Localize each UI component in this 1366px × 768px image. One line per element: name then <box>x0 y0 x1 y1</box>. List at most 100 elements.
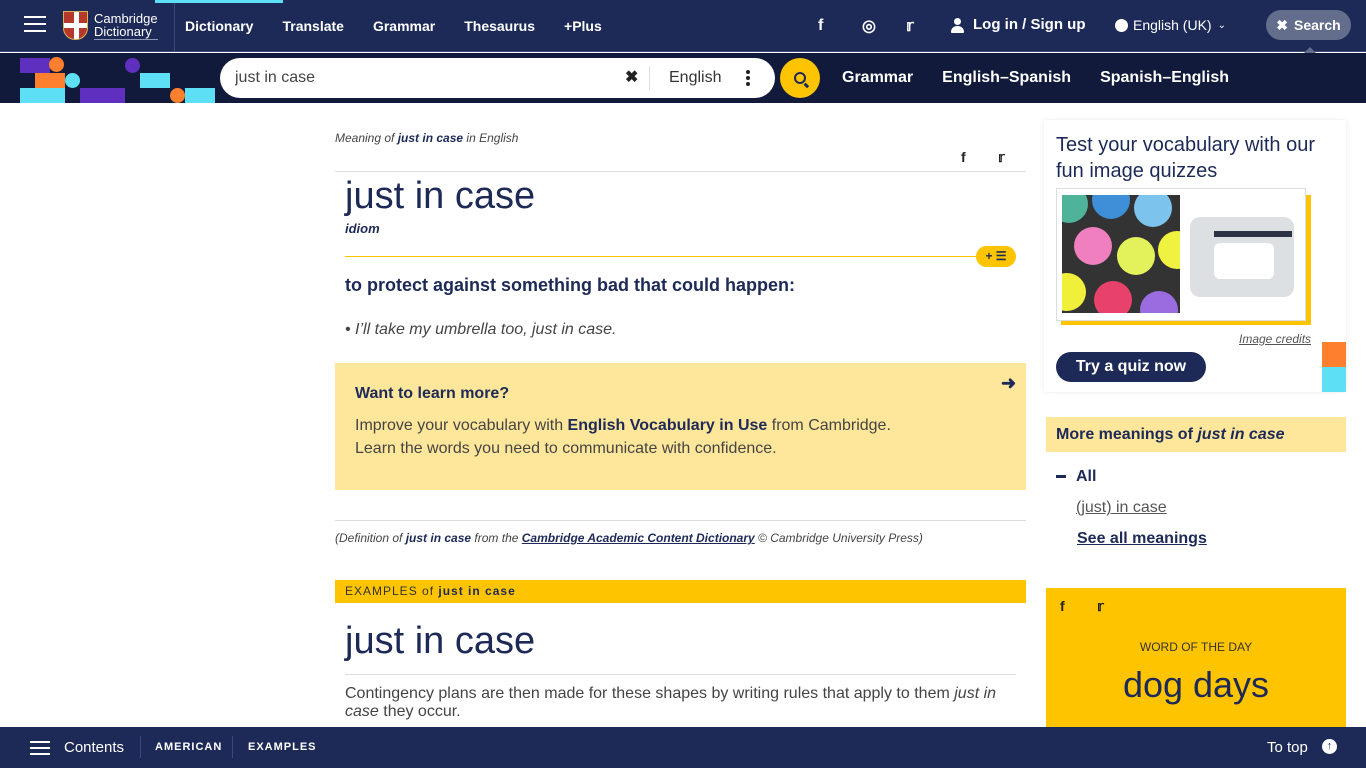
see-all-meanings-link[interactable]: See all meanings <box>1077 530 1207 548</box>
share-links: f 𝕣 <box>961 149 1035 166</box>
divider <box>174 0 175 52</box>
quiz-title: Test your vocabulary with our fun image … <box>1056 134 1316 182</box>
divider <box>345 674 1016 675</box>
sub-nav-grammar[interactable]: Grammar <box>842 69 913 87</box>
nav-translate[interactable]: Translate <box>282 0 343 52</box>
clear-search-icon[interactable]: ✖ <box>625 67 638 87</box>
more-options-icon[interactable] <box>746 70 750 88</box>
arrow-up-circle-icon[interactable]: ↑ <box>1322 739 1337 754</box>
decorative-shapes <box>0 53 220 103</box>
definition: to protect against something bad that co… <box>345 275 796 295</box>
nav-dictionary[interactable]: Dictionary <box>154 0 285 52</box>
sewing-machine-image <box>1184 195 1302 313</box>
part-of-speech: idiom <box>345 221 380 236</box>
sub-nav-spanish-english[interactable]: Spanish–English <box>1100 69 1229 87</box>
search-box: ✖ English <box>220 58 775 98</box>
nav-plus[interactable]: +Plus <box>564 0 602 52</box>
search-bar: ✖ English Grammar English–Spanish Spanis… <box>0 53 1366 103</box>
sense-divider <box>345 256 985 257</box>
more-prefix: More meanings of <box>1056 426 1198 443</box>
social-links: f ◎ 𝕣 <box>818 16 950 36</box>
user-icon <box>951 17 965 33</box>
meaning-prefix: Meaning of <box>335 131 398 145</box>
menu-icon[interactable] <box>24 16 46 34</box>
wotd-share-links: f 𝕣 <box>1060 598 1134 615</box>
main-nav: Dictionary Translate Grammar Thesaurus +… <box>154 0 631 52</box>
paint-palette-image <box>1062 195 1180 313</box>
instagram-icon[interactable]: ◎ <box>862 16 906 36</box>
nav-grammar[interactable]: Grammar <box>373 0 435 52</box>
search-input[interactable] <box>235 58 615 98</box>
cambridge-dictionary-logo[interactable]: Cambridge Dictionary <box>63 11 158 40</box>
examples-headword: just in case <box>345 620 536 662</box>
cambridge-shield-icon <box>63 11 88 40</box>
to-top-link[interactable]: To top <box>1267 739 1308 756</box>
definition-source: (Definition of just in case from the Cam… <box>335 531 923 545</box>
search-button[interactable] <box>780 58 820 98</box>
contents-menu-icon[interactable] <box>30 741 50 759</box>
divider <box>140 736 141 758</box>
twitter-icon[interactable]: 𝕣 <box>998 149 1035 166</box>
learn-suffix: from Cambridge. <box>767 417 891 434</box>
learn-prefix: Improve your vocabulary with <box>355 417 568 434</box>
examples-prefix: EXAMPLES of <box>345 584 439 598</box>
search-toggle-button[interactable]: ✖ Search <box>1266 10 1351 53</box>
facebook-icon[interactable]: f <box>1060 598 1097 615</box>
tab-examples[interactable]: EXAMPLES <box>248 741 317 753</box>
decorative-block <box>1322 342 1346 367</box>
minus-icon <box>1056 475 1066 479</box>
meaning-link[interactable]: (just) in case <box>1076 499 1167 517</box>
close-icon: ✖ <box>1276 16 1289 33</box>
twitter-icon[interactable]: 𝕣 <box>906 16 950 36</box>
corpus-example: Contingency plans are then made for thes… <box>345 685 1015 721</box>
example-sentence: • I’ll take my umbrella too, just in cas… <box>345 321 617 338</box>
top-navigation-bar: Cambridge Dictionary Dictionary Translat… <box>0 0 1366 53</box>
example-text: I’ll take my umbrella too, just in case. <box>355 321 617 338</box>
quiz-image[interactable] <box>1056 188 1306 321</box>
learn-book-title: English Vocabulary in Use <box>567 417 768 434</box>
contents-button[interactable]: Contents <box>64 739 124 756</box>
word-of-the-day: f 𝕣 WORD OF THE DAY dog days <box>1046 588 1346 748</box>
globe-icon <box>1115 18 1128 32</box>
more-meanings-header: More meanings of just in case <box>1046 417 1346 452</box>
nav-thesaurus[interactable]: Thesaurus <box>464 0 535 52</box>
meaning-word: just in case <box>397 131 464 145</box>
decorative-block <box>1322 367 1346 392</box>
divider <box>232 736 233 758</box>
learn-more-box[interactable]: Want to learn more? ➜ Improve your vocab… <box>335 363 1026 490</box>
meaning-suffix: in English <box>463 131 519 145</box>
login-link[interactable]: Log in / Sign up <box>951 16 1085 33</box>
sub-nav-english-spanish[interactable]: English–Spanish <box>942 69 1071 87</box>
twitter-icon[interactable]: 𝕣 <box>1097 598 1134 615</box>
tab-american[interactable]: AMERICAN <box>155 741 222 753</box>
arrow-right-icon[interactable]: ➜ <box>1001 373 1016 394</box>
source-suffix: © Cambridge University Press) <box>754 531 923 545</box>
logo-line2: Dictionary <box>94 25 158 40</box>
meaning-of-label: Meaning of just in case in English <box>335 131 518 145</box>
source-dictionary-link[interactable]: Cambridge Academic Content Dictionary <box>522 531 755 545</box>
headword: just in case <box>345 175 536 217</box>
wotd-label: WORD OF THE DAY <box>1139 640 1253 654</box>
language-selector[interactable]: English (UK) ⌄ <box>1115 17 1226 33</box>
chevron-down-icon: ⌄ <box>1217 19 1226 31</box>
dictionary-selector[interactable]: English <box>669 58 721 98</box>
add-to-word-list-button[interactable]: + ☰ <box>976 246 1016 267</box>
divider <box>649 66 650 90</box>
logo-line1: Cambridge <box>94 10 158 26</box>
corpus-suffix: they occur. <box>378 703 461 720</box>
wotd-word[interactable]: dog days <box>1046 664 1346 706</box>
source-word: just in case <box>405 531 472 545</box>
source-prefix: (Definition of <box>335 531 406 545</box>
dictionary-sub-nav: Grammar English–Spanish Spanish–English <box>842 53 1258 103</box>
examples-word: just in case <box>438 584 516 598</box>
examples-section-header: EXAMPLES of just in case <box>335 580 1026 603</box>
try-quiz-button[interactable]: Try a quiz now <box>1056 352 1206 382</box>
source-middle: from the <box>471 531 522 545</box>
facebook-icon[interactable]: f <box>818 17 862 35</box>
search-toggle-label: Search <box>1294 17 1341 33</box>
all-meanings-toggle[interactable]: All <box>1056 468 1096 486</box>
image-credits-link[interactable]: Image credits <box>1239 332 1311 346</box>
language-label: English (UK) <box>1133 17 1212 33</box>
facebook-icon[interactable]: f <box>961 149 998 166</box>
learn-more-line1: Improve your vocabulary with English Voc… <box>355 417 891 435</box>
